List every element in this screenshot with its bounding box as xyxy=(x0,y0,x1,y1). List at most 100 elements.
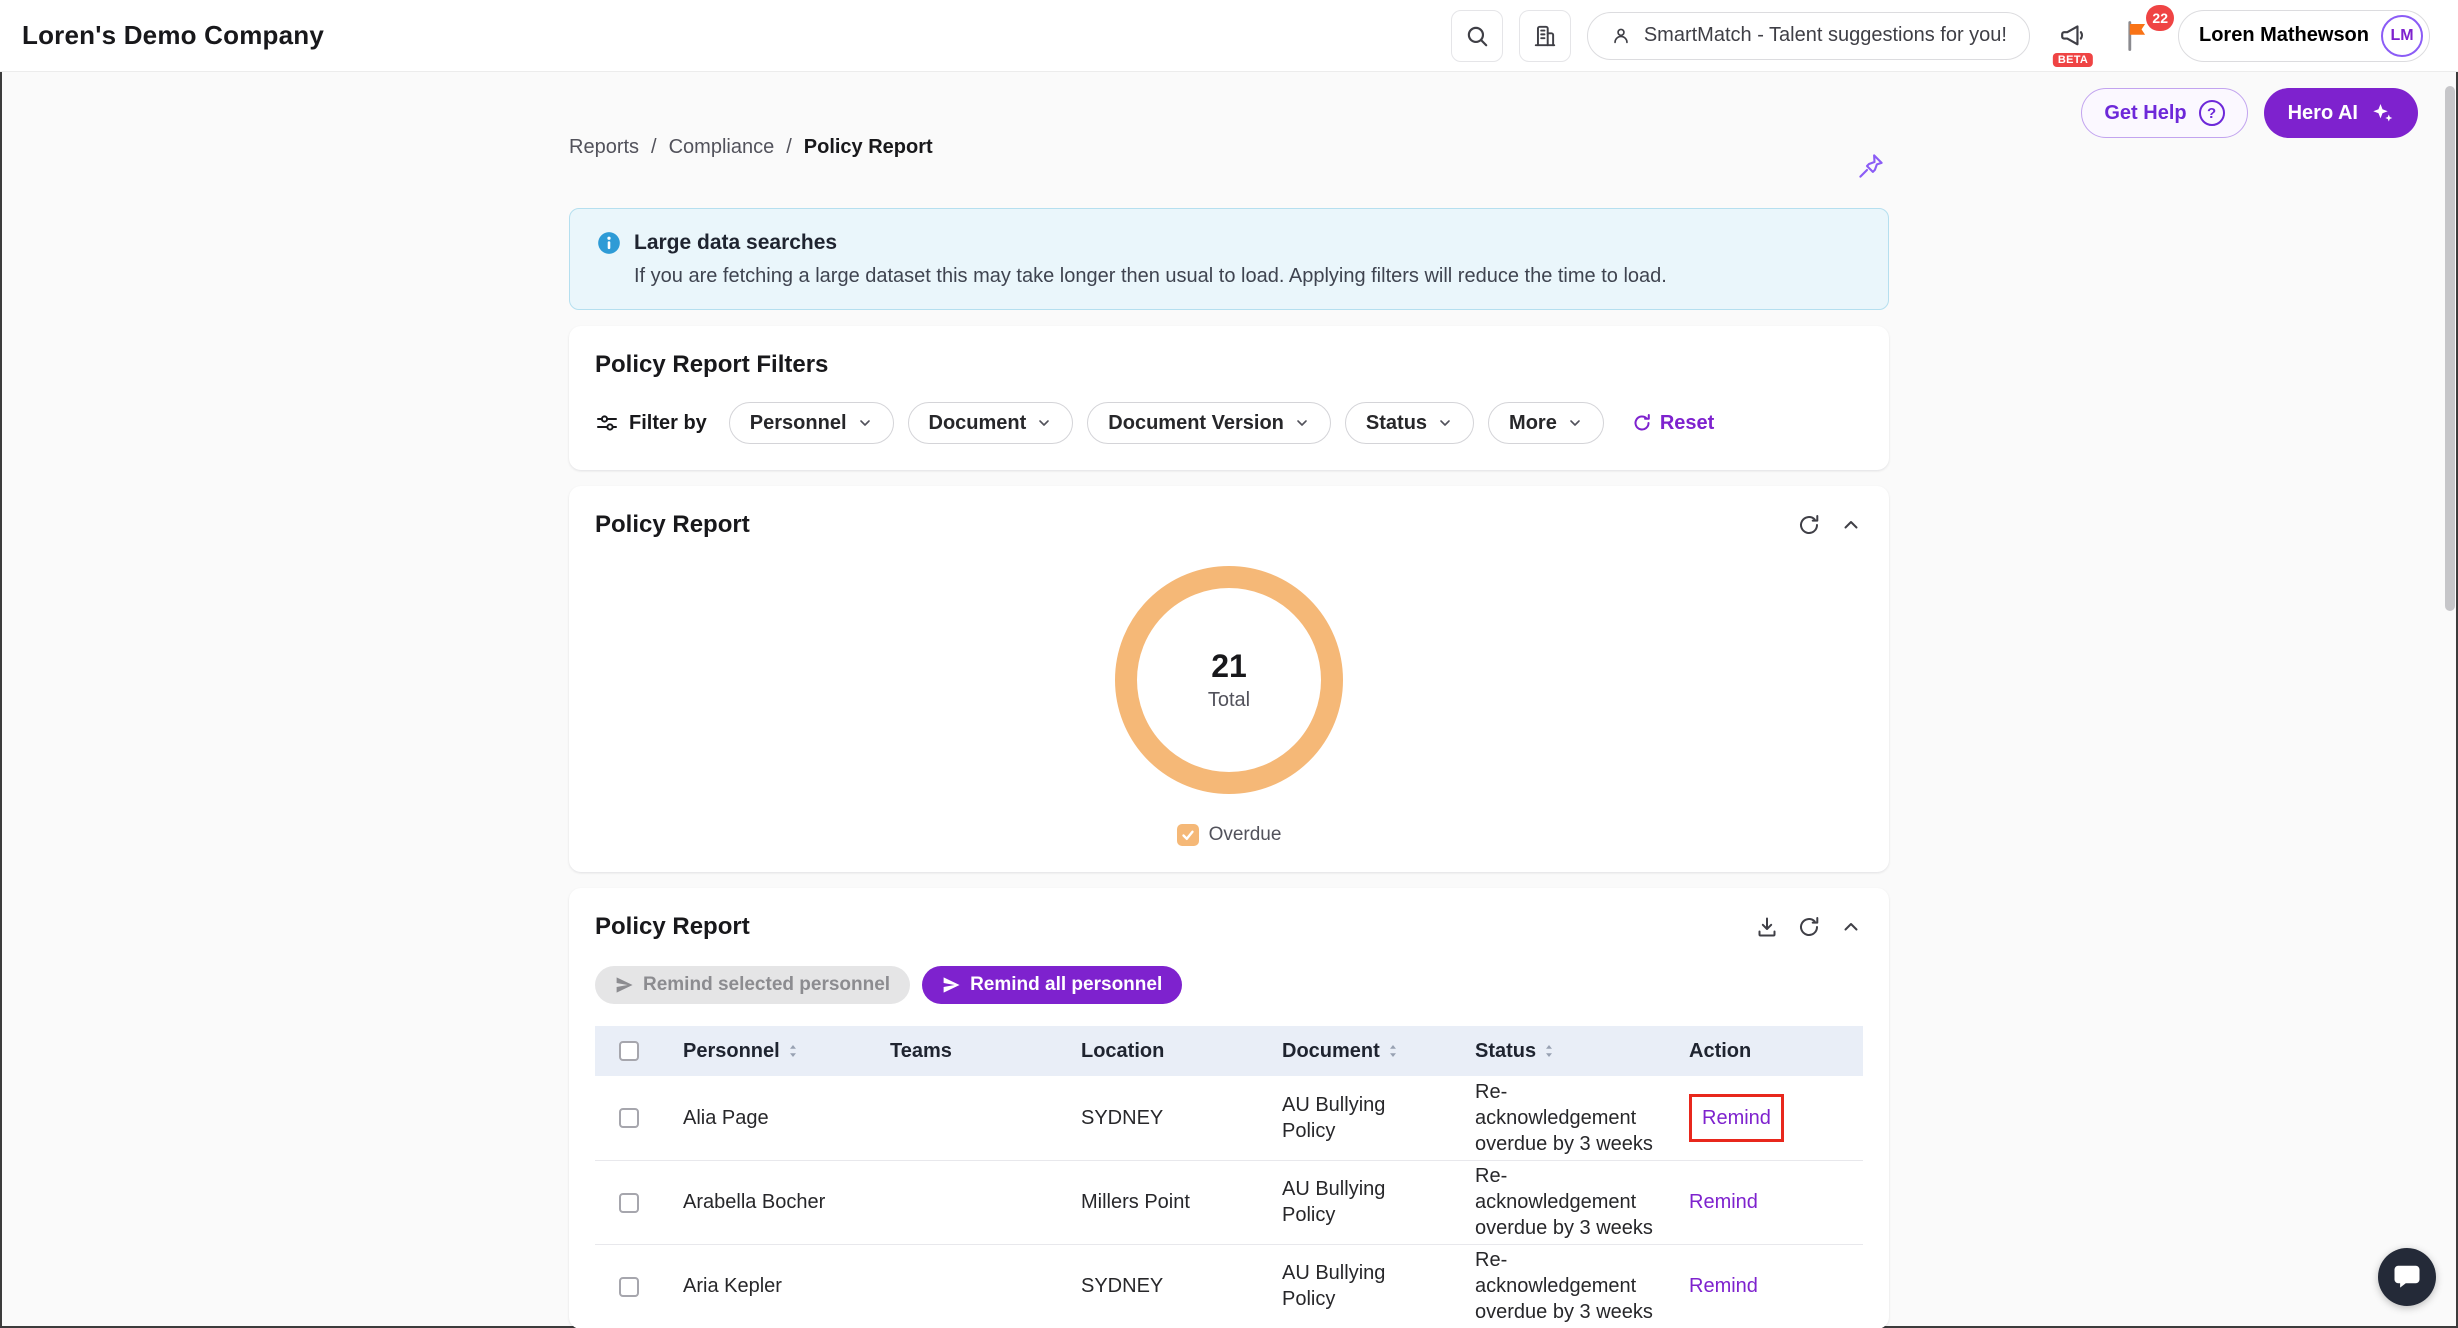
select-all-checkbox[interactable] xyxy=(619,1041,639,1061)
legend-label: Overdue xyxy=(1209,824,1282,846)
action-cell: Remind xyxy=(1673,1076,1863,1160)
table-row: Aria Kepler SYDNEY AU Bullying Policy Re… xyxy=(595,1244,1863,1328)
filter-dropdown-more[interactable]: More xyxy=(1488,402,1604,444)
company-name: Loren's Demo Company xyxy=(22,20,324,51)
column-label: Teams xyxy=(890,1040,952,1062)
remind-all-button[interactable]: Remind all personnel xyxy=(922,966,1182,1004)
user-menu[interactable]: Loren Mathewson LM xyxy=(2178,10,2430,62)
column-header-teams: Teams xyxy=(874,1026,1065,1076)
page-content: Reports / Compliance / Policy Report Lar… xyxy=(569,72,1889,1328)
beta-feature-button[interactable]: BETA xyxy=(2046,9,2100,63)
header-select-all-cell xyxy=(595,1026,667,1076)
remind-link[interactable]: Remind xyxy=(1689,1275,1758,1297)
chevron-down-icon xyxy=(857,415,873,431)
collapse-table-button[interactable] xyxy=(1839,915,1863,939)
avatar: LM xyxy=(2381,15,2423,57)
chart-card-header: Policy Report xyxy=(595,510,1863,540)
row-checkbox[interactable] xyxy=(619,1277,639,1297)
floating-actions: Get Help ? Hero AI xyxy=(2081,88,2418,138)
hero-ai-button[interactable]: Hero AI xyxy=(2264,88,2418,138)
collapse-chart-button[interactable] xyxy=(1839,513,1863,537)
pin-report-button[interactable] xyxy=(1855,150,1887,182)
filter-dropdown-document[interactable]: Document xyxy=(908,402,1074,444)
refresh-icon xyxy=(1797,513,1821,537)
refresh-chart-button[interactable] xyxy=(1797,513,1821,537)
highlight-box: Remind xyxy=(1689,1094,1784,1142)
scrollbar-thumb[interactable] xyxy=(2445,86,2455,611)
column-header-document[interactable]: Document xyxy=(1266,1026,1459,1076)
status-cell: Re-acknowledgement overdue by 3 weeks xyxy=(1459,1076,1673,1160)
remind-link[interactable]: Remind xyxy=(1702,1107,1771,1129)
smartmatch-banner[interactable]: SmartMatch - Talent suggestions for you! xyxy=(1587,12,2030,60)
filters-card-title: Policy Report Filters xyxy=(595,350,1863,380)
column-label: Document xyxy=(1282,1040,1380,1062)
download-button[interactable] xyxy=(1755,915,1779,939)
teams-cell xyxy=(874,1244,1065,1328)
column-header-status[interactable]: Status xyxy=(1459,1026,1673,1076)
chat-icon xyxy=(2392,1262,2422,1292)
column-label: Status xyxy=(1475,1040,1536,1062)
legend-item-overdue[interactable]: Overdue xyxy=(1177,824,1282,846)
question-mark-icon: ? xyxy=(2199,100,2225,126)
info-alert-header: Large data searches xyxy=(596,229,1862,257)
location-cell: SYDNEY xyxy=(1065,1076,1266,1160)
column-header-personnel[interactable]: Personnel xyxy=(667,1026,874,1076)
row-checkbox[interactable] xyxy=(619,1193,639,1213)
topbar: Loren's Demo Company SmartMatch - Talent… xyxy=(0,0,2458,72)
chart-card-title: Policy Report xyxy=(595,510,750,540)
remind-link[interactable]: Remind xyxy=(1689,1191,1758,1213)
personnel-cell: Arabella Bocher xyxy=(667,1160,874,1244)
remind-selected-button[interactable]: Remind selected personnel xyxy=(595,966,910,1004)
action-cell: Remind xyxy=(1673,1244,1863,1328)
chat-widget-button[interactable] xyxy=(2378,1248,2436,1306)
filter-dropdown-document-version[interactable]: Document Version xyxy=(1087,402,1331,444)
personnel-cell: Alia Page xyxy=(667,1076,874,1160)
breadcrumb-separator: / xyxy=(786,136,792,159)
organisations-button[interactable] xyxy=(1519,10,1571,62)
building-icon xyxy=(1532,23,1558,49)
info-alert: Large data searches If you are fetching … xyxy=(569,208,1889,310)
reset-label: Reset xyxy=(1660,412,1714,435)
breadcrumb-compliance[interactable]: Compliance xyxy=(669,136,775,159)
alert-body: If you are fetching a large dataset this… xyxy=(634,263,1862,289)
search-button[interactable] xyxy=(1451,10,1503,62)
donut-total-value: 21 xyxy=(1211,648,1247,685)
user-name: Loren Mathewson xyxy=(2199,24,2369,47)
check-icon xyxy=(1180,827,1196,843)
get-help-button[interactable]: Get Help ? xyxy=(2081,88,2247,138)
filter-dropdown-label: Personnel xyxy=(750,412,847,435)
chevron-up-icon xyxy=(1839,513,1863,537)
document-cell: AU Bullying Policy xyxy=(1266,1160,1459,1244)
filter-dropdown-status[interactable]: Status xyxy=(1345,402,1474,444)
reset-filters-button[interactable]: Reset xyxy=(1632,412,1714,435)
send-icon xyxy=(615,976,633,994)
filter-icon xyxy=(595,411,619,435)
policy-report-table-card: Policy Report Remind selected personnel … xyxy=(569,888,1889,1328)
get-help-label: Get Help xyxy=(2104,102,2186,125)
beta-badge: BETA xyxy=(2053,53,2093,67)
select-cell xyxy=(595,1244,667,1328)
donut-chart: 21 Total xyxy=(1115,566,1343,794)
refresh-table-button[interactable] xyxy=(1797,915,1821,939)
hero-ai-label: Hero AI xyxy=(2288,102,2358,125)
teams-cell xyxy=(874,1160,1065,1244)
action-cell: Remind xyxy=(1673,1160,1863,1244)
breadcrumb-reports[interactable]: Reports xyxy=(569,136,639,159)
smartmatch-label: SmartMatch - Talent suggestions for you! xyxy=(1644,24,2007,47)
chevron-down-icon xyxy=(1437,415,1453,431)
remind-selected-label: Remind selected personnel xyxy=(643,974,890,996)
alert-title: Large data searches xyxy=(634,231,837,255)
table-header-row: Personnel Teams Location Document Status… xyxy=(595,1026,1863,1076)
notifications-button[interactable]: 22 xyxy=(2116,13,2162,59)
app-viewport: Loren's Demo Company SmartMatch - Talent… xyxy=(0,0,2458,1328)
filter-row: Filter by Personnel Document Document Ve… xyxy=(595,402,1863,444)
breadcrumb: Reports / Compliance / Policy Report xyxy=(569,134,1889,160)
refresh-icon xyxy=(1797,915,1821,939)
table-row: Arabella Bocher Millers Point AU Bullyin… xyxy=(595,1160,1863,1244)
filter-dropdown-personnel[interactable]: Personnel xyxy=(729,402,894,444)
row-checkbox[interactable] xyxy=(619,1108,639,1128)
remind-all-label: Remind all personnel xyxy=(970,974,1162,996)
column-label: Personnel xyxy=(683,1040,780,1062)
chart-card-actions xyxy=(1797,513,1863,537)
reset-icon xyxy=(1632,413,1652,433)
